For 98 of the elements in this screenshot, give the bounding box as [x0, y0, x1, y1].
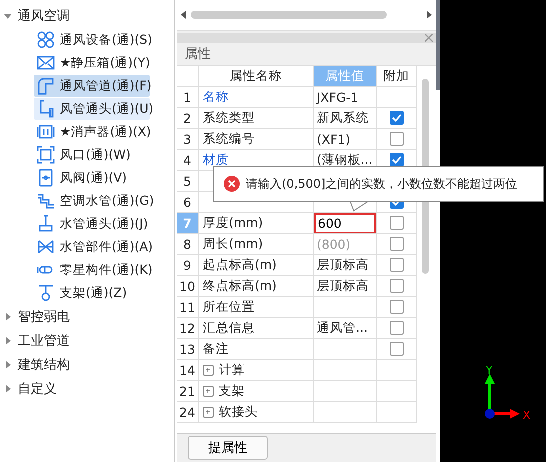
checkbox[interactable] [390, 279, 404, 293]
checkbox[interactable] [390, 321, 404, 335]
tree-item[interactable]: 支架(通)(Z) [34, 282, 150, 304]
row-number[interactable]: 12 [177, 318, 199, 339]
property-name: 所在位置 [203, 298, 255, 316]
expand-arrow-icon[interactable] [4, 337, 12, 345]
table-cell [377, 402, 417, 423]
tree-item[interactable]: 水管部件(通)(A) [34, 236, 150, 258]
checkbox[interactable] [390, 216, 404, 230]
extract-properties-button[interactable]: 提属性 [188, 436, 268, 460]
row-number[interactable]: 4 [177, 150, 199, 171]
component-icon [37, 238, 55, 256]
row-number[interactable]: 11 [177, 297, 199, 318]
property-name: 终点标高(m) [203, 278, 277, 294]
tree-item[interactable]: ★消声器(通)(X) [34, 121, 150, 143]
error-icon [224, 176, 240, 192]
checkbox[interactable] [390, 111, 404, 125]
property-value: 层顶标高 [317, 256, 369, 274]
property-name: 起点标高(m) [203, 256, 277, 274]
tree-item[interactable]: 风阀(通)(V) [34, 167, 150, 189]
table-cell [314, 381, 377, 402]
tree-item[interactable]: 风管通头(通)(U) [34, 98, 150, 120]
property-name: 汇总信息 [203, 320, 255, 336]
component-icon [37, 284, 55, 302]
expand-icon[interactable] [203, 364, 214, 376]
axis-label: Y [486, 364, 493, 377]
tree-item[interactable]: 零星构件(通)(K) [34, 259, 150, 281]
property-name: 系统编号 [203, 130, 255, 148]
expand-arrow-icon[interactable] [4, 385, 12, 393]
property-value: (800) [317, 236, 351, 252]
column-header[interactable]: 属性名称 [199, 66, 314, 87]
row-number[interactable]: 14 [177, 360, 199, 381]
group-row[interactable]: 计算 [199, 360, 314, 381]
axis-drawing [485, 374, 520, 419]
row-number[interactable]: 2 [177, 108, 199, 129]
row-number[interactable]: 13 [177, 339, 199, 360]
property-name: 周长(mm) [203, 236, 264, 252]
property-name: 系统类型 [203, 110, 255, 126]
property-value: JXFG-1 [317, 90, 359, 104]
row-number[interactable]: 10 [177, 276, 199, 297]
axis-label: X [523, 409, 531, 422]
scroll-right-icon[interactable] [426, 11, 432, 19]
component-icon [37, 100, 55, 118]
tree-group[interactable]: 自定义 [0, 377, 174, 401]
component-icon [37, 77, 55, 95]
row-number[interactable]: 21 [177, 381, 199, 402]
property-name: 材质 [203, 152, 229, 168]
property-value: 层顶标高 [317, 278, 369, 294]
property-value: (薄钢板... [317, 152, 373, 168]
close-icon[interactable] [425, 34, 433, 42]
checkbox[interactable] [390, 300, 404, 314]
row-number[interactable]: 8 [177, 234, 199, 255]
property-value: 新风系统 [317, 110, 369, 126]
component-icon [37, 54, 55, 72]
row-number[interactable]: 5 [177, 171, 199, 192]
tree-group[interactable]: 建筑结构 [0, 353, 174, 377]
group-row[interactable]: 支架 [199, 381, 314, 402]
tree-item[interactable]: 通风设备(通)(S) [34, 29, 150, 51]
component-icon [37, 146, 55, 164]
table-cell [314, 360, 377, 381]
group-row[interactable]: 软接头 [199, 402, 314, 423]
expand-icon[interactable] [203, 406, 214, 418]
checkbox[interactable] [390, 153, 404, 167]
table-cell [314, 402, 377, 423]
column-header[interactable]: 附加 [377, 66, 417, 87]
collapse-arrow-icon[interactable] [4, 12, 12, 20]
scroll-left-icon[interactable] [181, 11, 187, 19]
tree-item[interactable]: 水管通头(通)(J) [34, 213, 150, 235]
tree-item[interactable]: ★静压箱(通)(Y) [34, 52, 150, 74]
component-icon [37, 215, 55, 233]
property-name: 名称 [203, 88, 229, 106]
tree-item[interactable]: 风口(通)(W) [34, 144, 150, 166]
expand-arrow-icon[interactable] [4, 361, 12, 369]
property-name: 备注 [203, 340, 229, 358]
tree-group[interactable]: 工业管道 [0, 329, 174, 353]
checkbox[interactable] [390, 132, 404, 146]
property-value: (XF1) [317, 132, 350, 146]
component-icon [37, 123, 55, 141]
table-cell [377, 381, 417, 402]
expand-arrow-icon[interactable] [4, 313, 12, 321]
property-value: 通风管... [317, 320, 368, 336]
row-number[interactable]: 3 [177, 129, 199, 150]
checkbox[interactable] [390, 237, 404, 251]
component-icon [37, 31, 55, 49]
scrollbar-thumb[interactable] [191, 11, 388, 19]
tree-group[interactable]: 通风空调 [0, 4, 174, 28]
tree-group[interactable]: 智控弱电 [0, 305, 174, 329]
row-number[interactable]: 9 [177, 255, 199, 276]
component-icon [37, 192, 55, 210]
component-icon [37, 169, 55, 187]
panel-title: 属性 [185, 46, 211, 63]
row-number[interactable]: 24 [177, 402, 199, 423]
checkbox[interactable] [390, 258, 404, 272]
expand-icon[interactable] [203, 386, 214, 396]
row-number[interactable]: 1 [177, 87, 199, 108]
tree-item[interactable]: 通风管道(通)(F) [34, 75, 150, 97]
property-name: 厚度(mm) [203, 214, 264, 232]
checkbox[interactable] [390, 342, 404, 356]
